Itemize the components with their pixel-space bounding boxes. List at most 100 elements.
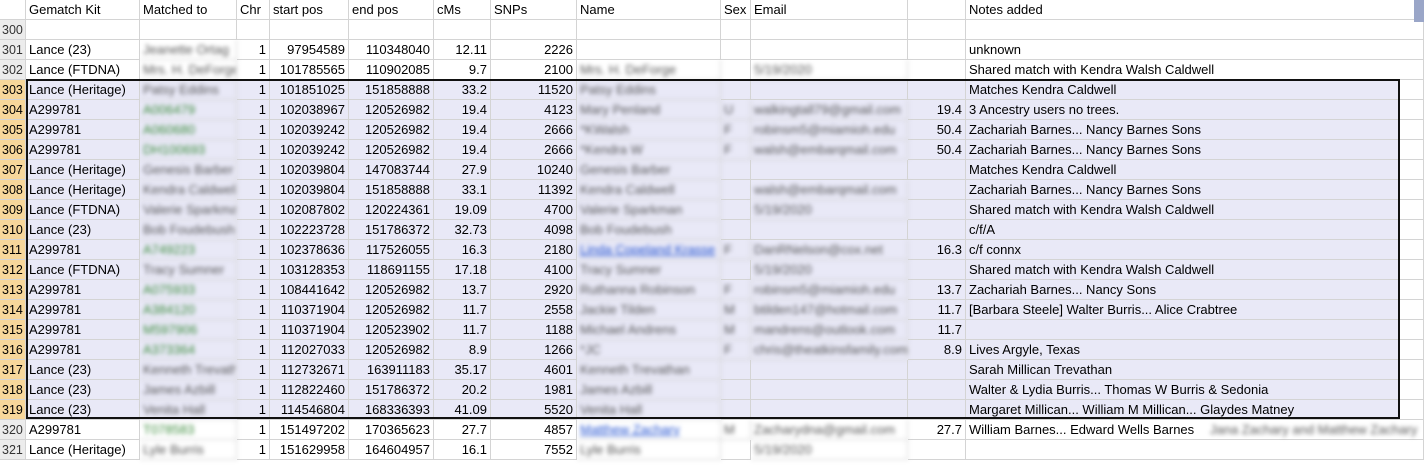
cell-kit[interactable]: A299781	[26, 280, 140, 300]
cell-matched-to[interactable]: A075933	[140, 280, 237, 300]
cell-sex[interactable]	[721, 220, 751, 240]
cell-snps[interactable]: 1188	[491, 320, 577, 340]
cell-snps[interactable]: 10240	[491, 160, 577, 180]
cell-sex[interactable]	[721, 440, 751, 460]
cell-cms[interactable]: 11.7	[434, 320, 491, 340]
cell-matched-to[interactable]: M597906	[140, 320, 237, 340]
row-number[interactable]: 300	[0, 20, 26, 40]
cell-name[interactable]: Bob Foudebush	[577, 220, 721, 240]
cell-matched-to[interactable]: Lyle Burris	[140, 440, 237, 460]
cell-matched-to[interactable]: DH100693	[140, 140, 237, 160]
cell-shared-cm[interactable]	[908, 180, 966, 200]
cell-start-pos[interactable]: 101785565	[270, 60, 349, 80]
cell-snps[interactable]: 2920	[491, 280, 577, 300]
cell-sex[interactable]: U	[721, 100, 751, 120]
cell-end-pos[interactable]: 120526982	[349, 340, 434, 360]
cell-name[interactable]: Venita Hall	[577, 400, 721, 420]
row-number[interactable]: 305	[0, 120, 26, 140]
cell-end-pos[interactable]: 151786372	[349, 220, 434, 240]
cell-email[interactable]	[751, 360, 908, 380]
cell-shared-cm[interactable]: 19.4	[908, 100, 966, 120]
cell-end-pos[interactable]: 120224361	[349, 200, 434, 220]
cell-start-pos[interactable]: 110371904	[270, 320, 349, 340]
cell-start-pos[interactable]: 102223728	[270, 220, 349, 240]
cell-matched-to[interactable]: Kendra Caldwell	[140, 180, 237, 200]
cell-end-pos[interactable]: 120523902	[349, 320, 434, 340]
cell-name[interactable]: Ruthanna Robinson	[577, 280, 721, 300]
cell-sex[interactable]	[721, 360, 751, 380]
cell-cms[interactable]: 35.17	[434, 360, 491, 380]
col-header-blank[interactable]	[908, 0, 966, 20]
cell-email[interactable]: robinsm5@miamioh.edu	[751, 280, 908, 300]
cell-notes[interactable]: Shared match with Kendra Walsh Caldwell	[966, 260, 1424, 280]
row-number[interactable]: 310	[0, 220, 26, 240]
cell-start-pos[interactable]: 102378636	[270, 240, 349, 260]
row-number[interactable]: 311	[0, 240, 26, 260]
cell-shared-cm[interactable]	[908, 360, 966, 380]
cell-matched-to[interactable]: Bob Foudebush	[140, 220, 237, 240]
cell-chr[interactable]: 1	[237, 400, 270, 420]
cell-cms[interactable]: 8.9	[434, 340, 491, 360]
cell-kit[interactable]: Lance (23)	[26, 380, 140, 400]
cell-chr[interactable]: 1	[237, 380, 270, 400]
cell-snps[interactable]: 2666	[491, 140, 577, 160]
cell-sex[interactable]	[721, 60, 751, 80]
cell-email[interactable]: mandrens@outlook.com	[751, 320, 908, 340]
cell-notes[interactable]: Zachariah Barnes... Nancy Sons	[966, 280, 1424, 300]
cell-matched-to[interactable]: T078583	[140, 420, 237, 440]
cell-email[interactable]	[751, 400, 908, 420]
cell-chr[interactable]: 1	[237, 60, 270, 80]
cell-end-pos[interactable]: 118691155	[349, 260, 434, 280]
cell-name[interactable]: *Kendra W	[577, 140, 721, 160]
cell-name[interactable]: Linda Copeland Krasse	[577, 240, 721, 260]
cell-start-pos[interactable]: 112822460	[270, 380, 349, 400]
cell-notes[interactable]: 3 Ancestry users no trees.	[966, 100, 1424, 120]
cell-cms[interactable]: 17.18	[434, 260, 491, 280]
row-number[interactable]: 303	[0, 80, 26, 100]
cell-cms[interactable]: 27.7	[434, 420, 491, 440]
cell-sex[interactable]	[721, 380, 751, 400]
cell-email[interactable]: DanRNelson@cox.net	[751, 240, 908, 260]
cell-kit[interactable]: Lance (23)	[26, 360, 140, 380]
cell-end-pos[interactable]: 170365623	[349, 420, 434, 440]
cell-matched-to[interactable]: Patsy Eddins	[140, 80, 237, 100]
cell-kit[interactable]: A299781	[26, 140, 140, 160]
cell-cms[interactable]: 16.3	[434, 240, 491, 260]
cell-matched-to[interactable]: Kenneth Trevathan	[140, 360, 237, 380]
cell-sex[interactable]	[721, 180, 751, 200]
cell-notes[interactable]: Matches Kendra Caldwell	[966, 160, 1424, 180]
cell-start-pos[interactable]: 102039242	[270, 140, 349, 160]
cell-email[interactable]	[751, 380, 908, 400]
cell-snps[interactable]: 4098	[491, 220, 577, 240]
cell-cms[interactable]: 16.1	[434, 440, 491, 460]
cell-name[interactable]: Tracy Sumner	[577, 260, 721, 280]
cell-start-pos[interactable]: 108441642	[270, 280, 349, 300]
cell-chr[interactable]: 1	[237, 240, 270, 260]
cell-start-pos[interactable]: 97954589	[270, 40, 349, 60]
cell-email[interactable]	[751, 40, 908, 60]
cell-chr[interactable]: 1	[237, 260, 270, 280]
cell-name[interactable]: *KWalsh	[577, 120, 721, 140]
cell-cms[interactable]: 13.7	[434, 280, 491, 300]
corner-cell[interactable]	[0, 0, 26, 20]
row-number[interactable]: 306	[0, 140, 26, 160]
cell-kit[interactable]: Lance (FTDNA)	[26, 200, 140, 220]
cell-chr[interactable]: 1	[237, 140, 270, 160]
cell-snps[interactable]: 2558	[491, 300, 577, 320]
cell-cms[interactable]: 19.4	[434, 100, 491, 120]
cell-start-pos[interactable]: 114546804	[270, 400, 349, 420]
cell-snps[interactable]: 4123	[491, 100, 577, 120]
cell-kit[interactable]: Lance (FTDNA)	[26, 260, 140, 280]
cell-sex[interactable]	[721, 200, 751, 220]
cell-sex[interactable]: M	[721, 320, 751, 340]
cell-email[interactable]: walsh@embarqmail.com	[751, 140, 908, 160]
cell-email[interactable]	[751, 220, 908, 240]
cell-snps[interactable]: 2100	[491, 60, 577, 80]
cell-chr[interactable]: 1	[237, 80, 270, 100]
cell-notes[interactable]: Shared match with Kendra Walsh Caldwell	[966, 200, 1424, 220]
cell-notes[interactable]: Zachariah Barnes... Nancy Barnes Sons	[966, 120, 1424, 140]
cell-snps[interactable]: 4601	[491, 360, 577, 380]
cell-chr[interactable]: 1	[237, 440, 270, 460]
cell-notes[interactable]	[966, 440, 1424, 460]
cell-shared-cm[interactable]	[908, 80, 966, 100]
